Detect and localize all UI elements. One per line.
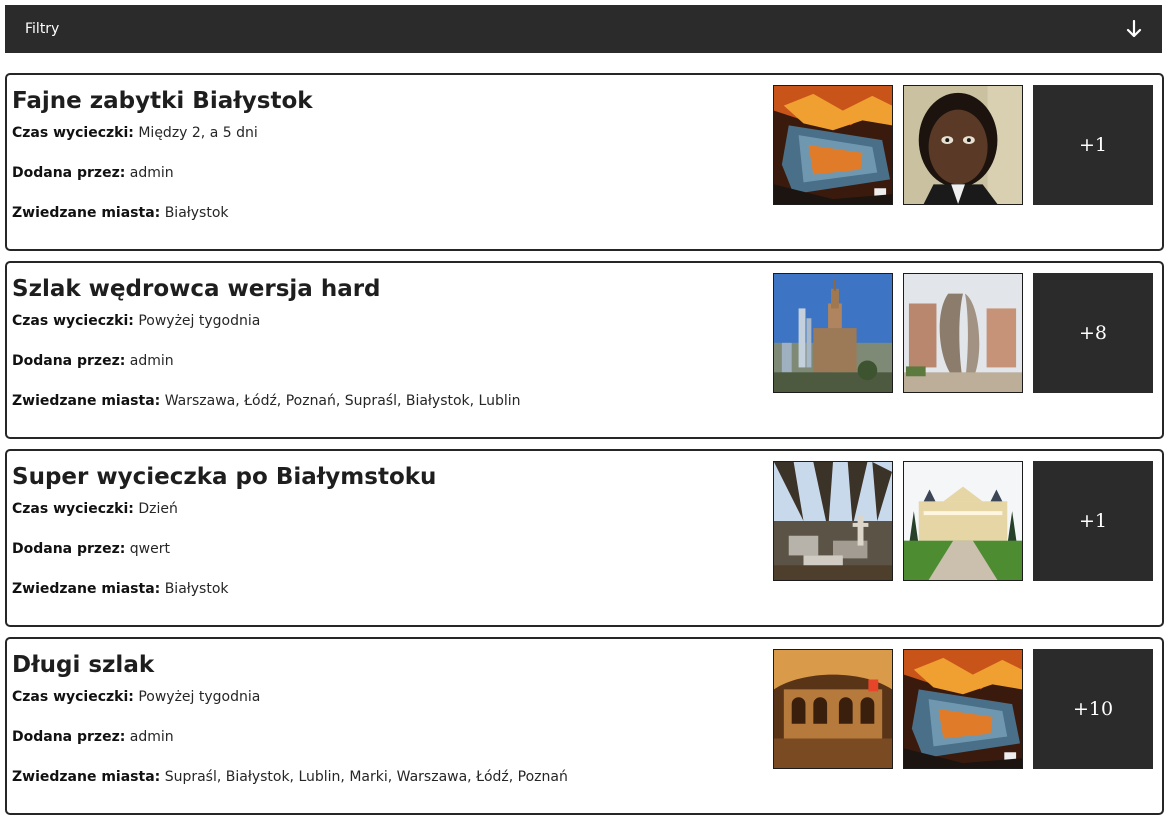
filters-toggle-bar[interactable]: Filtry (5, 5, 1162, 53)
trip-duration: Czas wycieczki: Między 2, a 5 dni (12, 124, 752, 142)
trip-cities: Zwiedzane miasta: Białystok (12, 204, 752, 222)
city-palace-photo[interactable] (773, 273, 893, 393)
burning-car-photo[interactable] (903, 649, 1023, 769)
cities-value: Warszawa, Łódź, Poznań, Supraśl, Białyst… (164, 393, 521, 409)
duration-label: Czas wycieczki: (12, 313, 134, 329)
arrow-down-icon[interactable] (1126, 20, 1142, 38)
more-photos-tile[interactable]: +8 (1033, 273, 1153, 393)
duration-label: Czas wycieczki: (12, 689, 134, 705)
palace-photo[interactable] (903, 461, 1023, 581)
portrait-photo[interactable] (903, 85, 1023, 205)
cities-label: Zwiedzane miasta: (12, 581, 161, 597)
burning-car-photo[interactable] (773, 85, 893, 205)
trip-duration: Czas wycieczki: Dzień (12, 500, 752, 518)
trip-author: Dodana przez: admin (12, 352, 752, 370)
cities-value: Białystok (164, 205, 229, 221)
trip-cities: Zwiedzane miasta: Białystok (12, 580, 752, 598)
more-photos-tile[interactable]: +1 (1033, 85, 1153, 205)
cities-value: Białystok (164, 581, 229, 597)
duration-label: Czas wycieczki: (12, 501, 134, 517)
trip-author: Dodana przez: qwert (12, 540, 752, 558)
author-value: qwert (129, 541, 170, 557)
trip-photos: +8 (773, 273, 1153, 393)
filters-label: Filtry (25, 21, 60, 37)
duration-value: Powyżej tygodnia (138, 313, 261, 329)
trip-card[interactable]: Długi szlak Czas wycieczki: Powyżej tygo… (5, 637, 1164, 815)
church-interior-photo[interactable] (773, 649, 893, 769)
cities-label: Zwiedzane miasta: (12, 205, 161, 221)
trip-title[interactable]: Fajne zabytki Białystok (12, 86, 752, 116)
trip-info: Szlak wędrowca wersja hard Czas wycieczk… (12, 274, 752, 410)
author-label: Dodana przez: (12, 353, 126, 369)
author-value: admin (129, 353, 174, 369)
duration-value: Powyżej tygodnia (138, 689, 261, 705)
trip-cities: Zwiedzane miasta: Warszawa, Łódź, Poznań… (12, 392, 752, 410)
duration-value: Dzień (138, 501, 178, 517)
duration-label: Czas wycieczki: (12, 125, 134, 141)
sculpture-photo[interactable] (903, 273, 1023, 393)
cities-label: Zwiedzane miasta: (12, 393, 161, 409)
author-label: Dodana przez: (12, 729, 126, 745)
trip-info: Fajne zabytki Białystok Czas wycieczki: … (12, 86, 752, 222)
trip-title[interactable]: Szlak wędrowca wersja hard (12, 274, 752, 304)
author-label: Dodana przez: (12, 165, 126, 181)
trip-title[interactable]: Długi szlak (12, 650, 752, 680)
trip-photos: +1 (773, 85, 1153, 205)
cities-value: Supraśl, Białystok, Lublin, Marki, Warsz… (164, 769, 568, 785)
more-photos-tile[interactable]: +1 (1033, 461, 1153, 581)
trip-author: Dodana przez: admin (12, 728, 752, 746)
cemetery-photo[interactable] (773, 461, 893, 581)
trip-card[interactable]: Szlak wędrowca wersja hard Czas wycieczk… (5, 261, 1164, 439)
trip-author: Dodana przez: admin (12, 164, 752, 182)
trip-info: Super wycieczka po Białymstoku Czas wyci… (12, 462, 752, 598)
trip-info: Długi szlak Czas wycieczki: Powyżej tygo… (12, 650, 752, 786)
duration-value: Między 2, a 5 dni (138, 125, 258, 141)
author-value: admin (129, 165, 174, 181)
trip-card[interactable]: Super wycieczka po Białymstoku Czas wyci… (5, 449, 1164, 627)
cities-label: Zwiedzane miasta: (12, 769, 161, 785)
trip-photos: +1 (773, 461, 1153, 581)
trip-card[interactable]: Fajne zabytki Białystok Czas wycieczki: … (5, 73, 1164, 251)
trip-photos: +10 (773, 649, 1153, 769)
trip-list: Fajne zabytki Białystok Czas wycieczki: … (5, 73, 1164, 825)
trip-cities: Zwiedzane miasta: Supraśl, Białystok, Lu… (12, 768, 752, 786)
author-value: admin (129, 729, 174, 745)
trip-title[interactable]: Super wycieczka po Białymstoku (12, 462, 752, 492)
more-photos-tile[interactable]: +10 (1033, 649, 1153, 769)
author-label: Dodana przez: (12, 541, 126, 557)
trip-duration: Czas wycieczki: Powyżej tygodnia (12, 688, 752, 706)
trip-duration: Czas wycieczki: Powyżej tygodnia (12, 312, 752, 330)
